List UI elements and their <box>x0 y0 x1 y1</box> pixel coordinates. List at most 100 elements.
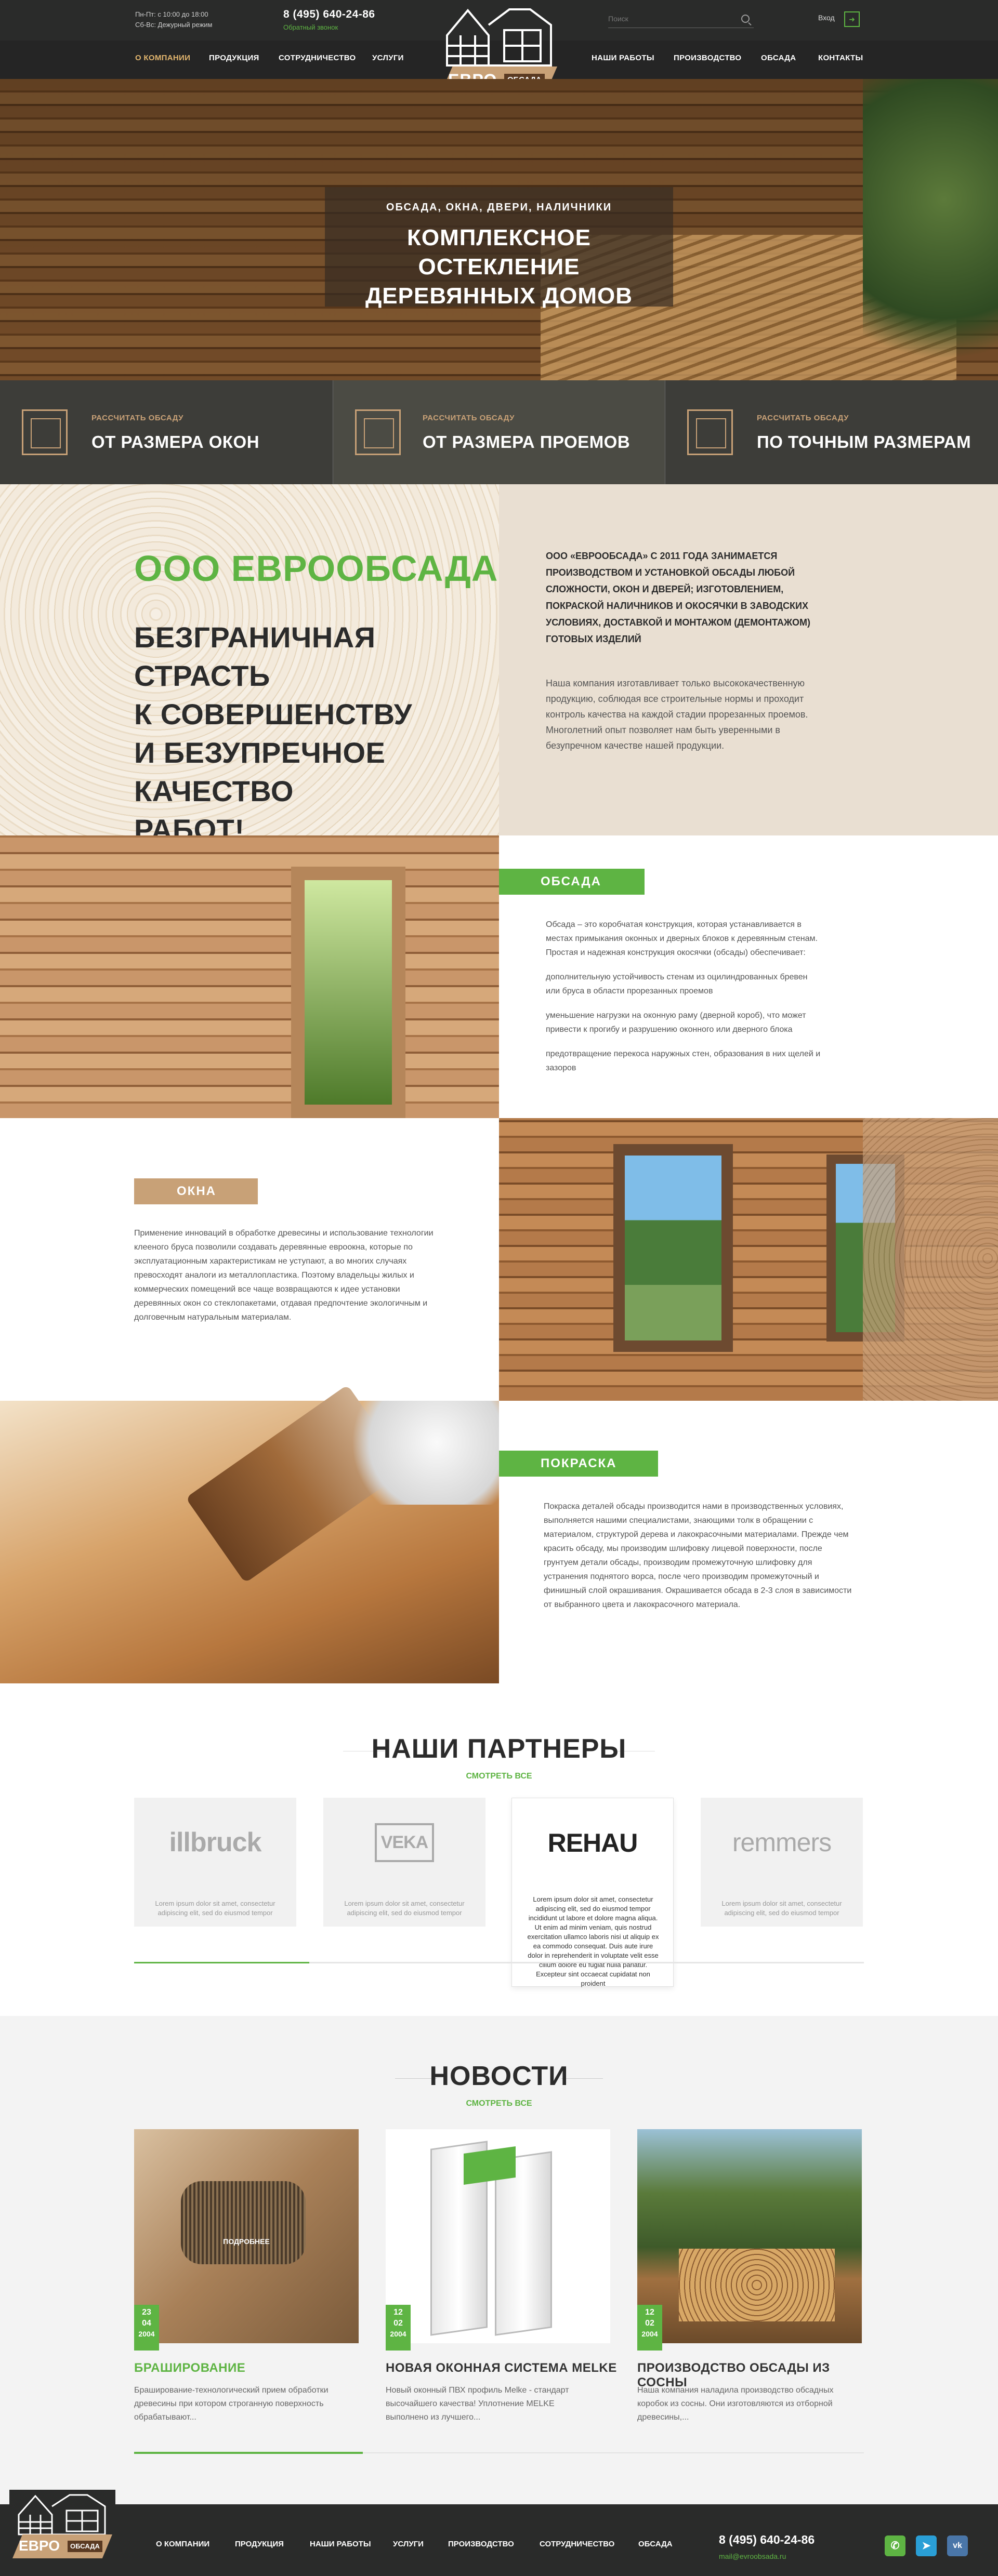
news-title[interactable]: БРАШИРОВАНИЕ <box>134 2361 373 2375</box>
news-date: 12 02 2004 <box>637 2305 662 2351</box>
partners-see-all[interactable]: СМОТРЕТЬ ВСЕ <box>0 1772 998 1781</box>
calc-by-exact-size[interactable]: РАССЧИТАТЬ ОБСАДУ ПО ТОЧНЫМ РАЗМЕРАМ <box>665 380 998 484</box>
obsada-tag: ОБСАДА <box>499 869 645 895</box>
footer-nav-services[interactable]: УСЛУГИ <box>393 2540 424 2548</box>
news-more-button[interactable]: ПОДРОБНЕЕ <box>211 2231 282 2252</box>
search-box <box>608 10 754 28</box>
obsada-paragraph: предотвращение перекоса наружных стен, о… <box>546 1050 821 1072</box>
nav-works[interactable]: НАШИ РАБОТЫ <box>592 54 654 62</box>
slogan-line: К СОВЕРШЕНСТВУ <box>134 698 412 731</box>
news-month: 04 <box>142 2319 151 2328</box>
login-icon[interactable]: ➜ <box>844 11 860 27</box>
telegram-icon[interactable]: ➤ <box>916 2535 937 2556</box>
nav-obsada[interactable]: ОБСАДА <box>761 54 796 62</box>
partner-logo: remmers <box>701 1798 863 1887</box>
partner-card[interactable]: illbruck Lorem ipsum dolor sit amet, con… <box>134 1798 296 1927</box>
footer-nav-about[interactable]: О КОМПАНИИ <box>156 2540 209 2548</box>
okna-tag: ОКНА <box>134 1178 258 1204</box>
partner-card[interactable]: remmers Lorem ipsum dolor sit amet, cons… <box>701 1798 863 1927</box>
news-image <box>386 2129 610 2343</box>
news-day: 12 <box>393 2308 403 2317</box>
partners-slider-track[interactable] <box>134 1962 864 1963</box>
vk-icon[interactable]: vk <box>947 2535 968 2556</box>
calc-title: ОТ РАЗМЕРА ОКОН <box>91 432 260 452</box>
obsada-paragraph: Обсада – это коробчатая конструкция, кот… <box>546 920 818 957</box>
nav-production[interactable]: ПРОИЗВОДСТВО <box>674 54 741 62</box>
calc-title: ПО ТОЧНЫМ РАЗМЕРАМ <box>757 432 971 452</box>
hero-title-line2: ДЕРЕВЯННЫХ ДОМОВ <box>365 283 633 309</box>
news-year: 2004 <box>641 2330 658 2338</box>
calc-by-openings[interactable]: РАССЧИТАТЬ ОБСАДУ ОТ РАЗМЕРА ПРОЕМОВ <box>333 380 665 484</box>
obsada-paragraph: дополнительную устойчивость стенам из оц… <box>546 973 808 995</box>
news-card[interactable]: ПОДРОБНЕЕ 23 04 2004 БРАШИРОВАНИЕ Брашир… <box>134 2129 359 2422</box>
okna-text: Применение инноваций в обработке древеси… <box>134 1229 434 1322</box>
whatsapp-icon[interactable]: ✆ <box>885 2535 905 2556</box>
search-input[interactable] <box>608 10 733 27</box>
news-year: 2004 <box>390 2330 406 2338</box>
logo-house-icon <box>446 8 552 67</box>
calc-by-windows[interactable]: РАССЧИТАТЬ ОБСАДУ ОТ РАЗМЕРА ОКОН <box>0 380 333 484</box>
footer-nav-products[interactable]: ПРОДУКЦИЯ <box>235 2540 284 2548</box>
news-see-all[interactable]: СМОТРЕТЬ ВСЕ <box>0 2099 998 2108</box>
news-title: НОВОСТИ <box>429 2061 569 2091</box>
logo-house-icon <box>18 2494 106 2535</box>
partner-card-active[interactable]: REHAU Lorem ipsum dolor sit amet, consec… <box>511 1798 674 1987</box>
okna-window-image <box>613 1144 733 1352</box>
news-month: 02 <box>393 2319 403 2328</box>
obsada-text: Обсада – это коробчатая конструкция, кот… <box>546 918 821 1085</box>
footer-nav-production[interactable]: ПРОИЗВОДСТВО <box>448 2540 514 2548</box>
news-image <box>637 2129 862 2343</box>
feature-okna: ОКНА Применение инноваций в обработке др… <box>0 1118 998 1401</box>
footer-nav-obsada[interactable]: ОБСАДА <box>638 2540 673 2548</box>
news-year: 2004 <box>138 2330 155 2338</box>
nav-products[interactable]: ПРОДУКЦИЯ <box>209 54 259 62</box>
news-day: 12 <box>645 2308 654 2317</box>
news-text: Наша компания наладила производство обса… <box>637 2386 834 2422</box>
brush-roller-image <box>181 2181 306 2264</box>
footer-email[interactable]: mail@evroobsada.ru <box>719 2552 786 2560</box>
about-section: ООО ЕВРООБСАДА БЕЗГРАНИЧНАЯ СТРАСТЬ К СО… <box>0 484 998 846</box>
about-slogan: БЕЗГРАНИЧНАЯ СТРАСТЬ К СОВЕРШЕНСТВУ И БЕ… <box>134 618 467 849</box>
hero-title: КОМПЛЕКСНОЕ ОСТЕКЛЕНИЕ ДЕРЕВЯННЫХ ДОМОВ <box>325 223 673 311</box>
partner-logo-text: illbruck <box>169 1827 262 1857</box>
hero-title-line1: КОМПЛЕКСНОЕ ОСТЕКЛЕНИЕ <box>407 225 591 280</box>
opening-frame-icon <box>355 409 401 455</box>
footer-logo[interactable]: ЕВРО ОБСАДА <box>9 2490 115 2568</box>
obsada-doorway-image <box>291 867 405 1118</box>
news-title[interactable]: НОВАЯ ОКОННАЯ СИСТЕМА MELKE <box>386 2361 625 2375</box>
callback-link[interactable]: Обратный звонок <box>283 23 338 31</box>
nav-services[interactable]: УСЛУГИ <box>372 54 404 62</box>
hours-weekend: Сб-Вс: Дежурный режим <box>135 21 213 29</box>
news-card[interactable]: 12 02 2004 ПРОИЗВОДСТВО ОБСАДЫ ИЗ СОСНЫ … <box>637 2129 862 2422</box>
news-text: Браширование-технологический прием обраб… <box>134 2386 329 2422</box>
obsada-paragraph: уменьшение нагрузки на оконную раму (две… <box>546 1011 806 1034</box>
calc-label: РАССЧИТАТЬ ОБСАДУ <box>91 414 183 422</box>
nav-about[interactable]: О КОМПАНИИ <box>135 54 190 62</box>
about-lead: ООО «ЕВРООБСАДА» С 2011 ГОДА ЗАНИМАЕТСЯ … <box>546 551 810 644</box>
login-link[interactable]: Вход <box>818 14 835 22</box>
partner-desc: Lorem ipsum dolor sit amet, consectetur … <box>527 1895 659 1987</box>
partner-card[interactable]: VEKA Lorem ipsum dolor sit amet, consect… <box>323 1798 485 1927</box>
nav-cooperation[interactable]: СОТРУДНИЧЕСТВО <box>279 54 356 62</box>
feature-obsada: ОБСАДА Обсада – это коробчатая конструкц… <box>0 835 998 1118</box>
okna-stump-image <box>863 1118 998 1401</box>
about-title: ООО ЕВРООБСАДА <box>134 548 498 589</box>
news-card[interactable]: 12 02 2004 НОВАЯ ОКОННАЯ СИСТЕМА MELKE Н… <box>386 2129 616 2422</box>
footer-nav-works[interactable]: НАШИ РАБОТЫ <box>310 2540 371 2548</box>
window-frame-icon <box>22 409 68 455</box>
logo-evro: ЕВРО <box>19 2538 60 2554</box>
nav-contacts[interactable]: КОНТАКТЫ <box>818 54 863 62</box>
pokraska-tag: ПОКРАСКА <box>499 1451 658 1477</box>
header-phone[interactable]: 8 (495) 640-24-86 <box>283 8 375 21</box>
partner-logo-text: VEKA <box>374 1823 435 1862</box>
logo-obsada: ОБСАДА <box>68 2541 102 2552</box>
search-icon[interactable] <box>741 15 750 23</box>
news-slider-track[interactable] <box>134 2452 864 2454</box>
news-slider-progress <box>134 2452 363 2454</box>
partner-desc: Lorem ipsum dolor sit amet, consectetur … <box>721 1900 842 1917</box>
calc-title: ОТ РАЗМЕРА ПРОЕМОВ <box>423 432 631 452</box>
footer-phone[interactable]: 8 (495) 640-24-86 <box>719 2533 815 2547</box>
footer-nav-cooperation[interactable]: СОТРУДНИЧЕСТВО <box>540 2540 614 2548</box>
ruler-icon <box>687 409 733 455</box>
partner-logo: REHAU <box>512 1798 673 1888</box>
